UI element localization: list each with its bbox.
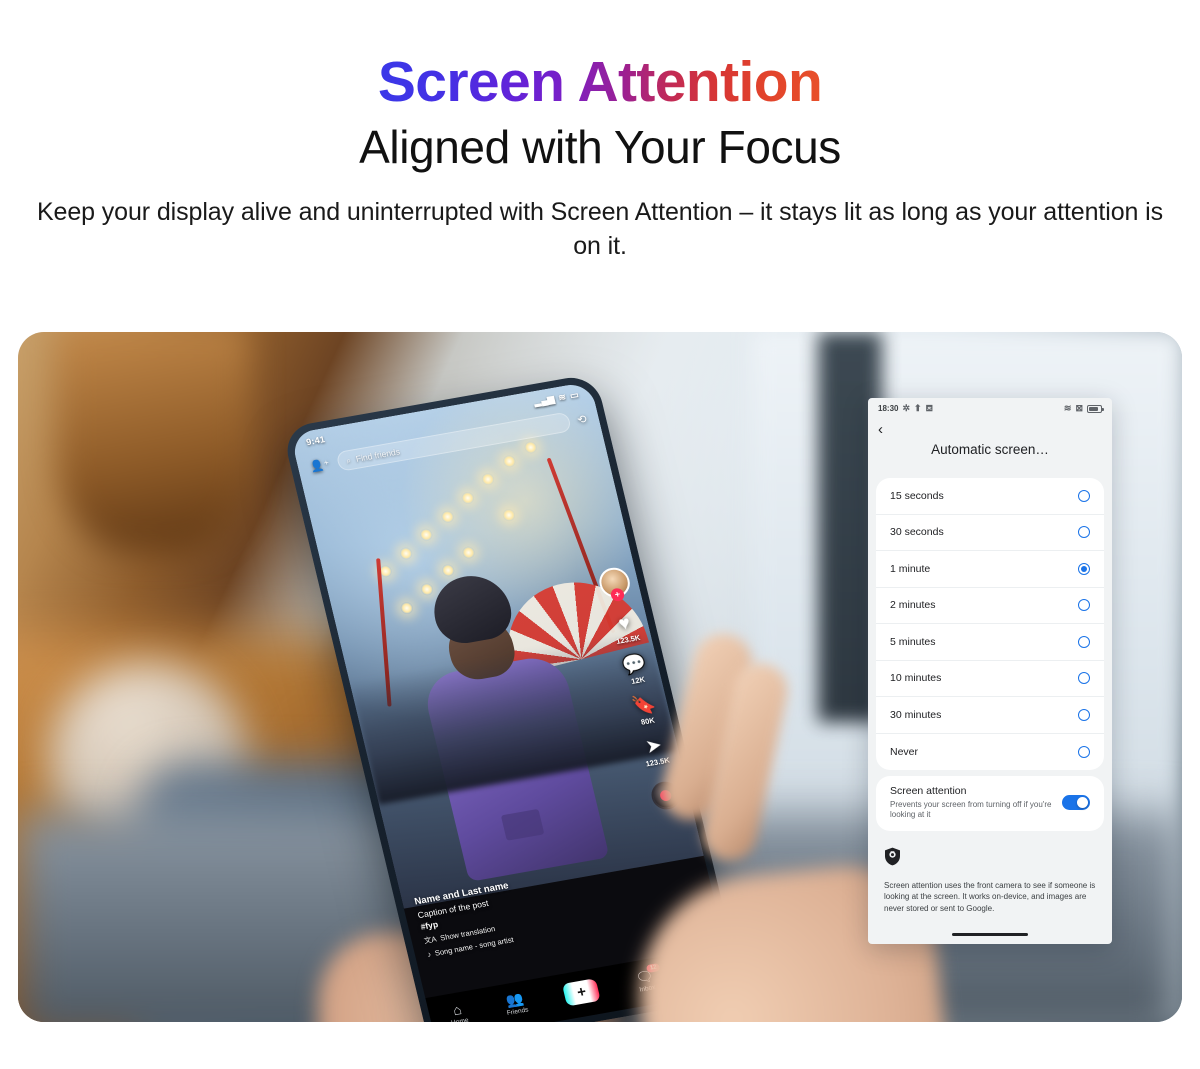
nav-item-friends[interactable]: 👥 Friends <box>502 989 529 1017</box>
radio-button[interactable] <box>1078 745 1090 758</box>
page-title: Screen Attention <box>377 50 823 114</box>
add-person-icon[interactable]: 👤⁺ <box>309 457 331 473</box>
list-item[interactable]: 1 minute <box>876 551 1104 588</box>
background-vase <box>58 332 248 552</box>
radio-button[interactable] <box>1078 708 1090 721</box>
bluetooth-icon: ✲ <box>902 403 911 413</box>
translate-icon: 文A <box>422 934 438 946</box>
settings-panel: 18:30 ✲ ⬆ ⛾ ≋ ⊠ ‹ Automatic screen… 15 s… <box>868 398 1112 944</box>
share-button[interactable]: ➤ 123.5K <box>640 734 671 769</box>
upload-icon: ⬆ <box>914 403 922 413</box>
music-note-icon: ♪ <box>426 949 433 960</box>
list-item[interactable]: 5 minutes <box>876 624 1104 661</box>
option-label: Never <box>890 745 919 758</box>
status-clock: 18:30 <box>878 404 899 413</box>
wifi-icon: ≋ <box>1063 403 1072 413</box>
timeout-options-list: 15 seconds 30 seconds 1 minute 2 minutes… <box>876 478 1104 770</box>
list-item[interactable]: 30 minutes <box>876 697 1104 734</box>
screen-attention-title: Screen attention <box>890 785 967 797</box>
status-left: 18:30 ✲ ⬆ ⛾ <box>878 403 933 414</box>
page-subtitle: Aligned with Your Focus <box>359 120 841 173</box>
nav-item-add-post[interactable]: + <box>562 977 602 1006</box>
bookmark-count: 80K <box>640 715 656 727</box>
add-post-icon: + <box>575 982 588 1001</box>
screen-attention-row[interactable]: Screen attention Prevents your screen fr… <box>876 776 1104 831</box>
screen-attention-description: Prevents your screen from turning off if… <box>890 800 1052 820</box>
like-count: 123.5K <box>615 633 642 646</box>
home-indicator[interactable] <box>952 933 1028 936</box>
accessibility-icon: ⛾ <box>925 403 933 413</box>
bookmark-icon: 🔖 <box>629 693 659 718</box>
hero-image: 9:41 ▂▄▆ ≋ ▭ 👤⁺ ⌕ Find friends ⟲ + ♥ 123… <box>18 332 1182 1022</box>
settings-app-bar: ‹ Automatic screen… <box>868 416 1112 474</box>
live-icon[interactable]: ⟲ <box>576 412 588 426</box>
option-label: 2 minutes <box>890 599 936 612</box>
list-item[interactable]: 2 minutes <box>876 588 1104 624</box>
like-button[interactable]: ♥ 123.5K <box>610 613 641 646</box>
person-pocket <box>500 808 545 841</box>
option-label: 30 minutes <box>890 708 942 721</box>
list-item[interactable]: 15 seconds <box>876 478 1104 515</box>
hero-description: Keep your display alive and uninterrupte… <box>36 198 1164 261</box>
heart-icon: ♥ <box>616 612 633 636</box>
comment-icon: 💬 <box>620 652 649 678</box>
follow-icon[interactable]: + <box>609 587 626 603</box>
shield-camera-icon <box>884 847 901 866</box>
radio-button[interactable] <box>1078 599 1090 612</box>
wifi-icon: ≋ <box>557 391 568 403</box>
battery-icon: ▭ <box>568 389 580 401</box>
status-right: ≋ ⊠ <box>1063 403 1104 413</box>
screen-attention-toggle[interactable] <box>1062 795 1090 811</box>
radio-button[interactable] <box>1078 672 1090 685</box>
list-item[interactable]: 10 minutes <box>876 661 1104 697</box>
comment-count: 12K <box>630 674 646 686</box>
radio-button[interactable] <box>1078 489 1090 502</box>
radio-button[interactable] <box>1078 635 1090 648</box>
privacy-note: Screen attention uses the front camera t… <box>868 831 1112 915</box>
option-label: 30 seconds <box>890 526 944 539</box>
nav-label-home: Home <box>450 1016 470 1022</box>
settings-title: Automatic screen… <box>931 442 1049 457</box>
bookmark-button[interactable]: 🔖 80K <box>629 693 660 727</box>
no-sim-icon: ⊠ <box>1075 403 1083 413</box>
screen-attention-text: Screen attention Prevents your screen fr… <box>890 785 1052 821</box>
nav-item-home[interactable]: ⌂ Home <box>447 1000 470 1022</box>
hero-text-block: Screen Attention Aligned with Your Focus… <box>0 0 1200 263</box>
option-label: 5 minutes <box>890 635 936 648</box>
list-item[interactable]: Never <box>876 734 1104 771</box>
option-label: 15 seconds <box>890 489 944 502</box>
privacy-note-text: Screen attention uses the front camera t… <box>884 880 1096 913</box>
settings-status-bar: 18:30 ✲ ⬆ ⛾ ≋ ⊠ <box>868 398 1112 416</box>
comment-button[interactable]: 💬 12K <box>620 652 650 686</box>
search-icon: ⌕ <box>344 454 352 466</box>
home-icon: ⌂ <box>450 1000 464 1018</box>
battery-icon <box>1087 404 1104 413</box>
option-label: 10 minutes <box>890 672 942 685</box>
list-item[interactable]: 30 seconds <box>876 515 1104 551</box>
back-button[interactable]: ‹ <box>878 422 883 437</box>
radio-button-selected[interactable] <box>1078 562 1090 575</box>
radio-button[interactable] <box>1078 526 1090 539</box>
option-label: 1 minute <box>890 562 931 575</box>
friends-icon: 👥 <box>504 989 526 1009</box>
share-icon: ➤ <box>643 734 665 759</box>
search-placeholder: Find friends <box>354 446 401 464</box>
